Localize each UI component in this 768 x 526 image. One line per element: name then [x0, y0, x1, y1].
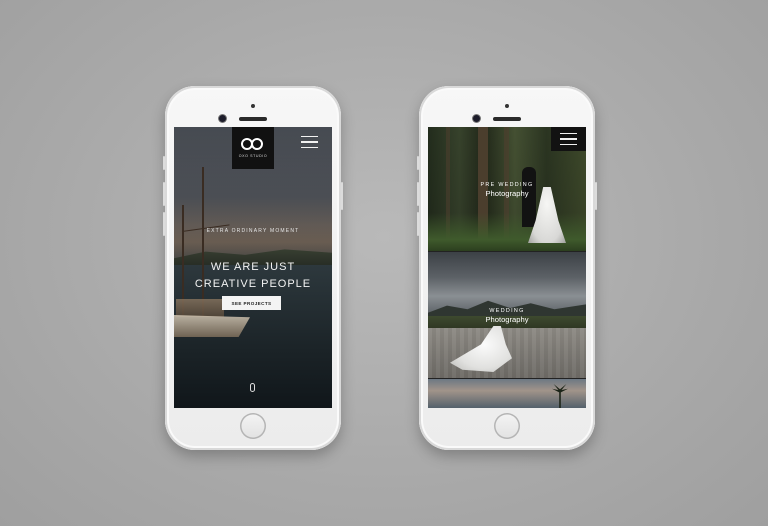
hero-headline-line2: CREATIVE PEOPLE: [194, 278, 312, 290]
category-tile-next[interactable]: [428, 379, 586, 408]
phone-volume-up: [417, 182, 419, 206]
phone-screen-home: OXO STUDIO EXTRA ORDINARY MOMENT WE ARE …: [174, 127, 332, 408]
phone-volume-up: [163, 182, 165, 206]
forest-ferns: [428, 213, 586, 251]
brand-logo[interactable]: OXO STUDIO: [232, 127, 274, 169]
front-camera: [473, 115, 480, 122]
category-title: PRE WEDDING: [480, 182, 534, 188]
category-subtitle: Photography: [485, 315, 529, 324]
phone-volume-down: [163, 212, 165, 236]
hero-tagline: EXTRA ORDINARY MOMENT: [206, 228, 300, 234]
hamburger-menu-icon[interactable]: [301, 136, 318, 148]
phone-mockup-right: PRE WEDDING Photography WEDDING Photogra…: [417, 86, 597, 450]
ship-mast: [202, 167, 204, 317]
see-projects-button[interactable]: SEE PROJECTS: [222, 296, 281, 310]
scroll-mouse-icon[interactable]: [250, 383, 255, 392]
ship-hull: [174, 315, 250, 337]
hamburger-menu-icon[interactable]: [560, 133, 577, 145]
logo-caption: OXO STUDIO: [238, 154, 268, 158]
phone-volume-down: [417, 212, 419, 236]
phone-mute-switch: [417, 156, 419, 170]
earpiece-speaker: [239, 117, 267, 121]
earpiece-speaker: [493, 117, 521, 121]
phone-power-button: [341, 182, 343, 210]
phone-sensor: [251, 104, 255, 108]
phone-mute-switch: [163, 156, 165, 170]
front-camera: [219, 115, 226, 122]
category-label-wedding: WEDDING Photography: [428, 308, 586, 324]
phone-mockup-left: OXO STUDIO EXTRA ORDINARY MOMENT WE ARE …: [163, 86, 343, 450]
home-button: [494, 413, 520, 439]
category-tile-wedding[interactable]: WEDDING Photography: [428, 252, 586, 378]
palm-tree: [552, 384, 568, 408]
phone-power-button: [595, 182, 597, 210]
ship-cabin: [176, 299, 224, 317]
hero-headline-line1: WE ARE JUST: [210, 261, 296, 273]
category-subtitle: Photography: [485, 189, 529, 198]
phone-screen-gallery: PRE WEDDING Photography WEDDING Photogra…: [428, 127, 586, 408]
menu-button[interactable]: [551, 127, 586, 151]
category-label-pre-wedding: PRE WEDDING Photography: [428, 182, 586, 198]
infinity-rings-icon: [240, 138, 266, 152]
home-button: [240, 413, 266, 439]
category-title: WEDDING: [489, 308, 525, 314]
phone-sensor: [505, 104, 509, 108]
